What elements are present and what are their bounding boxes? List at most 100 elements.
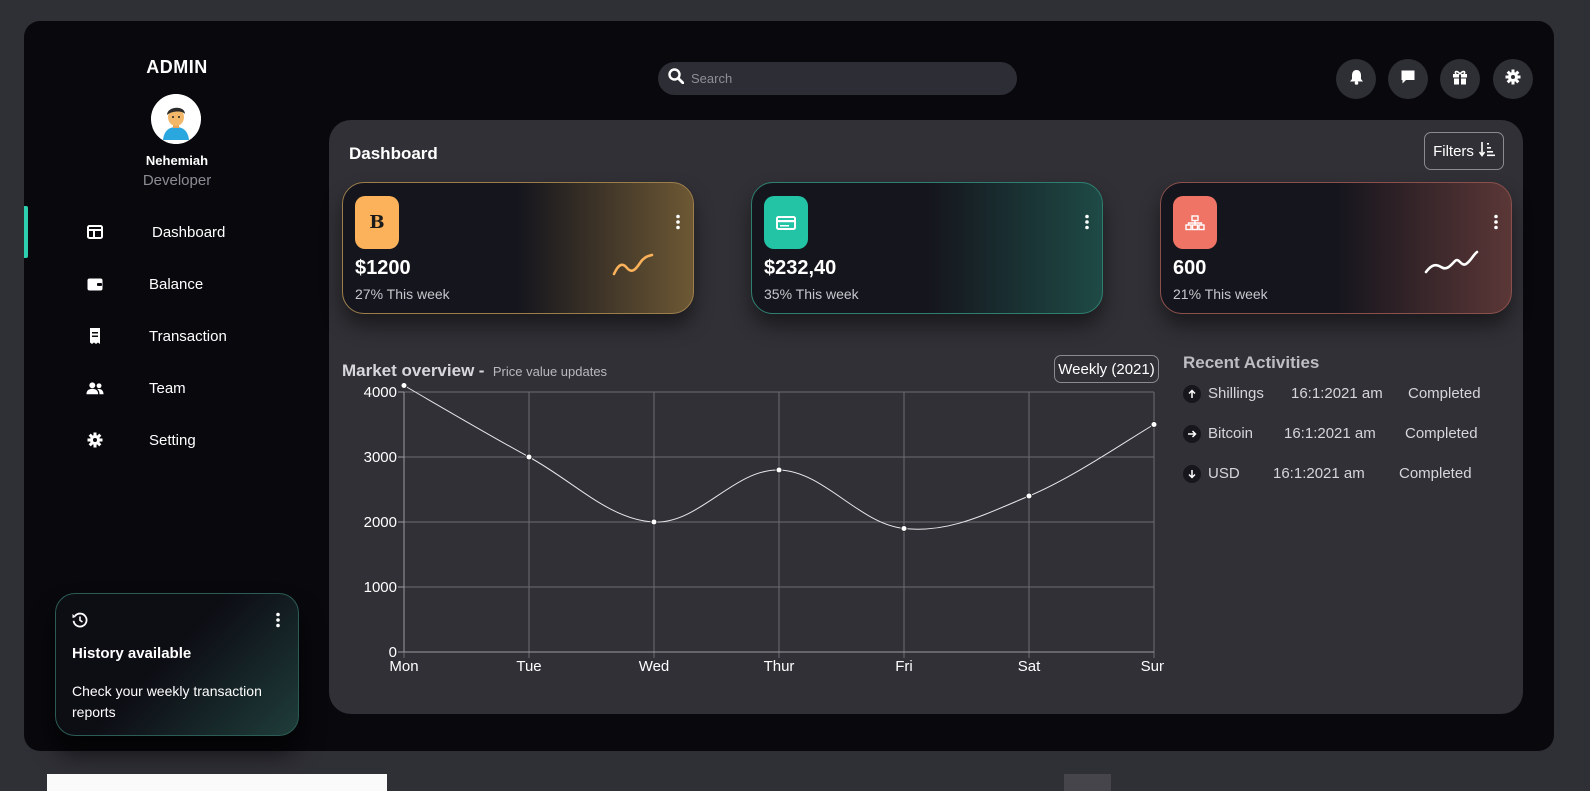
y-tick-label: 4000 <box>364 384 397 401</box>
activity-status: Completed <box>1405 425 1478 442</box>
gear-icon <box>1505 69 1521 90</box>
x-tick-label: Fri <box>895 658 913 675</box>
stat-change: 21% This week <box>1173 286 1268 302</box>
x-tick-label: Mon <box>389 658 418 675</box>
bitcoin-icon: B <box>355 196 399 249</box>
data-point <box>525 453 533 461</box>
history-description: Check your weekly transaction reports <box>72 683 262 720</box>
activity-currency: Shillings <box>1208 385 1264 402</box>
data-point <box>400 382 408 389</box>
layout-icon <box>86 223 104 241</box>
trend-line-icon <box>1423 247 1479 282</box>
sidebar-item-dashboard[interactable]: Dashboard <box>24 206 314 258</box>
y-tick-label: 3000 <box>364 449 397 466</box>
gift-icon <box>1452 69 1468 90</box>
history-card[interactable]: History available Check your weekly tran… <box>55 593 299 736</box>
activity-time: 16:1:2021 am <box>1284 425 1376 442</box>
bell-icon <box>1349 69 1364 90</box>
sidebar-nav: Dashboard Balance Transaction Team Setti… <box>24 206 314 466</box>
stat-card-network[interactable]: 600 21% This week <box>1160 182 1512 314</box>
data-point <box>650 518 658 526</box>
stat-change: 35% This week <box>764 286 859 302</box>
market-overview-heading: Market overview - Price value updates <box>342 361 607 381</box>
market-line-chart: 01000200030004000Mon Tue Wed Thur Fri Sat Sun <box>364 382 1164 675</box>
data-point <box>900 525 908 532</box>
credit-card-icon <box>764 196 808 249</box>
sidebar-item-setting[interactable]: Setting <box>24 414 314 466</box>
bottom-strip <box>47 774 387 791</box>
chat-icon <box>1400 69 1416 90</box>
user-role: Developer <box>142 172 212 189</box>
sidebar-item-label: Transaction <box>149 327 227 345</box>
search-bar <box>658 62 1017 95</box>
user-name: Nehemiah <box>145 153 209 168</box>
x-tick-label: Sat <box>1018 658 1041 675</box>
activity-status: Completed <box>1399 465 1472 482</box>
sidebar-item-label: Team <box>149 379 186 397</box>
history-icon <box>72 612 88 633</box>
x-tick-label: Thur <box>764 658 795 675</box>
network-icon <box>1173 196 1217 249</box>
bottom-strip-secondary <box>1064 774 1111 791</box>
filters-label: Filters <box>1433 142 1474 160</box>
arrow-up-icon <box>1183 385 1201 403</box>
activity-time: 16:1:2021 am <box>1291 385 1383 402</box>
x-tick-label: Tue <box>516 658 541 675</box>
app-window: ADMIN Nehemiah Developer Dashboard Balan… <box>24 21 1554 751</box>
recent-activities-title: Recent Activities <box>1183 353 1320 372</box>
sidebar-item-team[interactable]: Team <box>24 362 314 414</box>
settings-button[interactable] <box>1493 59 1533 99</box>
sidebar-item-label: Dashboard <box>152 223 226 241</box>
stat-value: $1200 <box>355 257 411 279</box>
x-tick-label: Wed <box>639 658 670 675</box>
messages-button[interactable] <box>1388 59 1428 99</box>
brand-title: ADMIN <box>146 57 208 77</box>
sidebar-item-balance[interactable]: Balance <box>24 258 314 310</box>
search-input[interactable] <box>691 71 991 86</box>
main-panel: Dashboard Filters B $1200 27% This week <box>329 120 1523 714</box>
sidebar-item-label: Balance <box>149 275 204 293</box>
avatar[interactable] <box>151 94 201 144</box>
arrow-right-icon <box>1183 425 1201 443</box>
trend-line-icon <box>611 249 655 284</box>
activity-row[interactable]: Shillings 16:1:2021 am Completed <box>1183 383 1503 405</box>
data-point <box>1150 421 1158 428</box>
sidebar-item-label: Setting <box>149 431 196 449</box>
activity-status: Completed <box>1408 385 1481 402</box>
activity-row[interactable]: Bitcoin 16:1:2021 am Completed <box>1183 423 1503 445</box>
page-title: Dashboard <box>349 144 438 163</box>
stat-value: 600 <box>1173 257 1207 279</box>
stat-card-payments[interactable]: $232,40 35% This week <box>751 182 1103 314</box>
x-tick-label: Sun <box>1141 658 1164 675</box>
history-title: History available <box>72 645 192 662</box>
gifts-button[interactable] <box>1440 59 1480 99</box>
gear-icon <box>86 431 104 449</box>
stat-value: $232,40 <box>764 257 837 279</box>
market-overview-separator: - <box>478 361 485 380</box>
sidebar-item-transaction[interactable]: Transaction <box>24 310 314 362</box>
users-icon <box>86 379 104 397</box>
notifications-button[interactable] <box>1336 59 1376 99</box>
period-selector[interactable]: Weekly (2021) <box>1054 355 1159 383</box>
data-point <box>1025 492 1033 500</box>
y-tick-label: 1000 <box>364 579 397 596</box>
search-icon <box>668 68 685 89</box>
more-options-icon[interactable] <box>675 214 681 235</box>
arrow-down-icon <box>1183 465 1201 483</box>
stat-card-bitcoin[interactable]: B $1200 27% This week <box>342 182 694 314</box>
market-overview-title: Market overview <box>342 361 475 380</box>
activity-currency: USD <box>1208 465 1240 482</box>
more-options-icon[interactable] <box>275 612 281 633</box>
sort-icon <box>1478 141 1495 161</box>
activity-currency: Bitcoin <box>1208 425 1254 442</box>
activity-row[interactable]: USD 16:1:2021 am Completed <box>1183 463 1503 485</box>
filters-button[interactable]: Filters <box>1424 132 1504 170</box>
market-overview-subtitle: Price value updates <box>492 364 608 379</box>
more-options-icon[interactable] <box>1084 214 1090 235</box>
stat-change: 27% This week <box>355 286 450 302</box>
activity-time: 16:1:2021 am <box>1273 465 1365 482</box>
wallet-icon <box>86 275 104 293</box>
y-tick-label: 2000 <box>364 514 397 531</box>
data-point <box>775 466 783 474</box>
more-options-icon[interactable] <box>1493 214 1499 235</box>
